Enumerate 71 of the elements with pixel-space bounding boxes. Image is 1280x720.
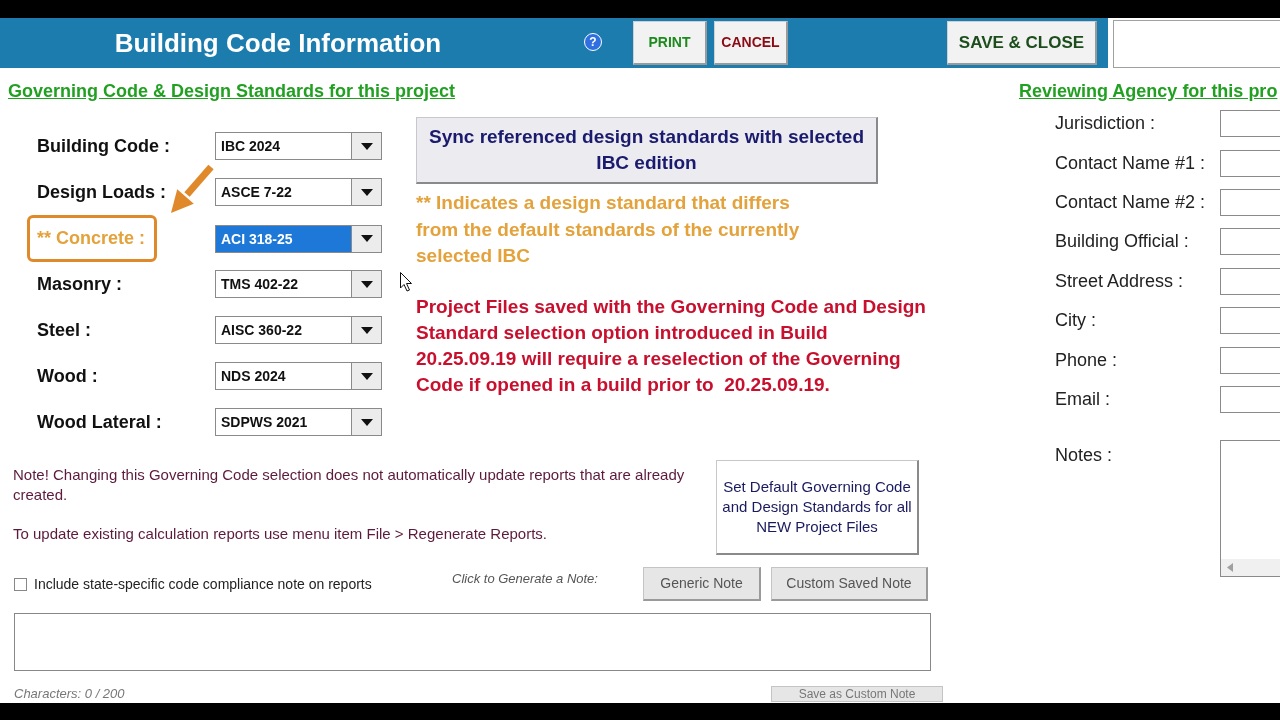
text-field[interactable] [1220, 188, 1280, 216]
help-button[interactable]: ? [584, 33, 602, 51]
sync-button[interactable]: Sync referenced design standards with selected IBC edition [416, 117, 878, 184]
field-label: Street Address : [1054, 269, 1185, 293]
field-label: Masonry : [37, 272, 123, 296]
set-default-button[interactable]: Set Default Governing Code and Design Standards for all NEW Project Files [716, 460, 919, 555]
dropdown-button[interactable] [351, 409, 381, 435]
mouse-pointer-icon [400, 272, 413, 292]
caret-down-icon [360, 326, 373, 334]
dropdown[interactable]: IBC 2024 [215, 132, 382, 160]
dropdown-button[interactable] [351, 225, 381, 252]
dropdown[interactable]: ASCE 7-22 [215, 178, 382, 206]
dropdown[interactable]: ACI 318-25 [215, 224, 382, 253]
text-field[interactable] [1220, 228, 1280, 256]
text-field[interactable] [1220, 307, 1280, 335]
caret-down-icon [360, 142, 373, 150]
dropdown[interactable]: AISC 360-22 [215, 316, 382, 344]
legend-text: ** Indicates a design standard that differs from the default standards of the currently selected IBC [416, 191, 801, 268]
field-label: Design Loads : [37, 180, 166, 204]
field-label: Phone : [1054, 348, 1119, 372]
text-field[interactable] [1220, 149, 1280, 177]
notice-text: To update existing calculation reports use menu item File > Regenerate Reports. [13, 524, 549, 544]
text-field[interactable] [1220, 385, 1280, 413]
warning-text: Project Files saved with the Governing Code and Design Standard selection option introduced in Build 20.25.09.19 will require a reselection of the Governing Code if opened in a build prior to 20.25.09.19. [416, 294, 927, 398]
field-label: Email : [1054, 387, 1111, 411]
highlighted-label: ** Concrete : [27, 215, 158, 262]
section-heading: Reviewing Agency for this pro [1019, 80, 1279, 102]
field-label: City : [1054, 309, 1097, 333]
dropdown[interactable]: TMS 402-22 [215, 270, 382, 298]
dropdown[interactable]: SDPWS 2021 [215, 408, 382, 436]
cancel-button[interactable]: CANCEL [714, 21, 788, 65]
generate-note-button[interactable]: Generic Note [643, 567, 761, 601]
field-label: Wood Lateral : [37, 410, 162, 434]
character-counter: Characters: 0 / 200 [13, 686, 125, 702]
note-text-field[interactable] [14, 613, 931, 671]
text-field[interactable] [1220, 267, 1280, 295]
field-label: Building Official : [1054, 230, 1190, 254]
dropdown-button[interactable] [351, 179, 381, 205]
scrollbar[interactable] [1221, 559, 1280, 577]
dropdown-button[interactable] [351, 133, 381, 159]
field-label: Notes : [1054, 444, 1114, 468]
caret-down-icon [360, 418, 373, 426]
field-label: Contact Name #1 : [1054, 151, 1207, 175]
generate-note-button[interactable]: Custom Saved Note [771, 567, 928, 601]
field-label: Building Code : [37, 134, 170, 158]
caret-down-icon [360, 188, 373, 196]
caret-down-icon [360, 372, 373, 380]
caret-down-icon [360, 280, 373, 288]
dropdown-button[interactable] [351, 271, 381, 297]
prompt-text: Click to Generate a Note: [452, 570, 599, 588]
left-arrow-icon [1227, 563, 1233, 573]
caret-down-icon [360, 235, 373, 242]
notice-text: Note! Changing this Governing Code selection does not automatically update reports that are already created. [13, 465, 686, 505]
checkbox[interactable] [14, 577, 27, 591]
dropdown-button[interactable] [351, 317, 381, 343]
field-label: Wood : [37, 364, 98, 388]
save-custom-note-button[interactable]: Save as Custom Note [771, 686, 943, 702]
save-close-button[interactable]: SAVE & CLOSE [947, 21, 1097, 65]
text-field[interactable] [1113, 20, 1280, 68]
window-title: Building Code Information [113, 27, 443, 60]
field-label: Steel : [37, 318, 92, 342]
text-field[interactable] [1220, 110, 1280, 138]
section-heading: Governing Code & Design Standards for this project [8, 80, 457, 102]
field-label: Jurisdiction : [1054, 112, 1157, 136]
checkbox-label: Include state-specific code compliance note on reports [34, 574, 372, 594]
field-label: Contact Name #2 : [1054, 190, 1207, 214]
dropdown-button[interactable] [351, 363, 381, 389]
print-button[interactable]: PRINT [633, 21, 707, 65]
notes-field[interactable] [1220, 440, 1280, 578]
dropdown[interactable]: NDS 2024 [215, 362, 382, 390]
text-field[interactable] [1220, 346, 1280, 374]
